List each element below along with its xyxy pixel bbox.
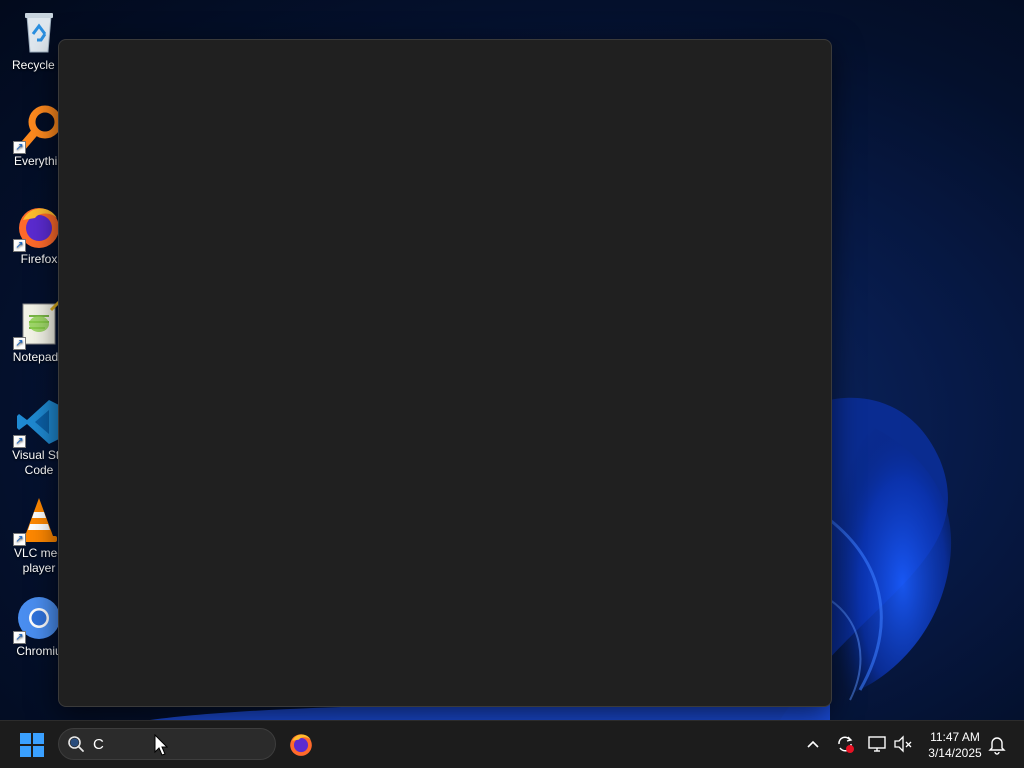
chromium-icon: ↗ — [13, 594, 63, 644]
shortcut-arrow-icon: ↗ — [13, 239, 26, 252]
recycle-bin-icon — [15, 8, 63, 56]
mouse-cursor-icon — [154, 734, 168, 756]
shortcut-arrow-icon: ↗ — [13, 533, 26, 546]
show-hidden-icons-button[interactable] — [802, 733, 824, 755]
search-input[interactable] — [93, 733, 263, 755]
chevron-up-icon — [807, 740, 819, 748]
network-icon — [868, 736, 886, 752]
shortcut-arrow-icon: ↗ — [13, 631, 26, 644]
search-icon — [68, 736, 84, 752]
shortcut-arrow-icon: ↗ — [13, 337, 26, 350]
vlc-icon: ↗ — [13, 496, 63, 546]
firefox-icon — [290, 734, 312, 756]
search-flyout-panel[interactable] — [58, 39, 832, 707]
everything-search-icon: ↗ — [13, 104, 63, 154]
firefox-icon: ↗ — [13, 202, 63, 252]
notepad-plus-plus-icon: ↗ — [13, 300, 63, 350]
clock-date: 3/14/2025 — [928, 746, 982, 760]
shortcut-arrow-icon: ↗ — [13, 141, 26, 154]
volume-muted-icon — [894, 735, 912, 753]
notification-bell-icon — [988, 737, 1006, 755]
sync-alert-icon — [838, 736, 854, 753]
volume-button[interactable] — [892, 733, 914, 755]
start-button[interactable] — [16, 731, 48, 759]
taskbar-app-firefox[interactable] — [288, 731, 314, 757]
notification-center-button[interactable] — [986, 733, 1008, 755]
network-button[interactable] — [866, 733, 888, 755]
sync-status-button[interactable] — [834, 733, 856, 755]
windows-start-icon — [20, 733, 44, 757]
system-clock[interactable]: 11:47 AM 3/14/2025 — [920, 729, 990, 761]
vscode-icon: ↗ — [13, 398, 63, 448]
shortcut-arrow-icon: ↗ — [13, 435, 26, 448]
clock-time: 11:47 AM — [930, 730, 980, 744]
